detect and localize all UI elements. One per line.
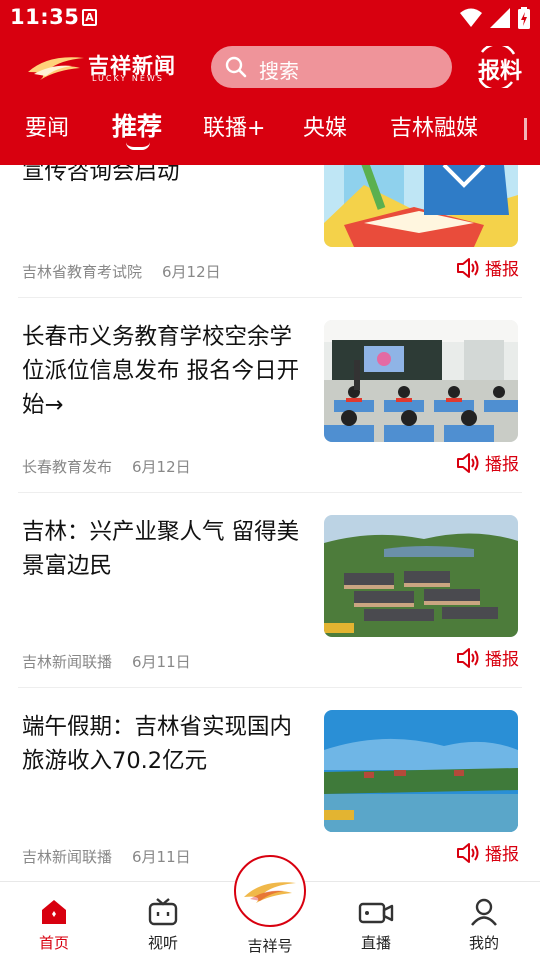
audio-play-button[interactable]: 播报 — [456, 255, 519, 280]
news-meta: 吉林省教育考试院 6月12日 — [22, 261, 221, 282]
tab-lianbo-plus[interactable]: 联播+ — [203, 110, 265, 142]
lake-scenery-photo-image — [324, 710, 518, 832]
status-bar: 11:35 A — [0, 0, 540, 36]
news-date: 6月11日 — [132, 848, 191, 866]
news-title: 长春市义务教育学校空余学位派位信息发布 报名今日开始→ — [22, 324, 300, 418]
news-thumbnail[interactable] — [324, 165, 518, 247]
status-icons — [460, 7, 530, 29]
tab-overflow-fade — [524, 118, 527, 140]
news-source: 长春教育发布 — [22, 458, 113, 476]
app-logo[interactable]: 吉祥新闻 LUCKY NEWS — [26, 50, 176, 86]
classroom-photo-image — [324, 320, 518, 442]
nav-mine[interactable]: 我的 — [449, 896, 519, 953]
nav-live[interactable]: 直播 — [341, 896, 411, 953]
battery-icon — [518, 7, 530, 29]
news-meta: 长春教育发布 6月12日 — [22, 456, 191, 477]
audio-play-button[interactable]: 播报 — [456, 840, 519, 865]
news-thumbnail[interactable] — [324, 710, 518, 832]
divider — [18, 687, 522, 688]
nav-video-label: 视听 — [147, 934, 178, 952]
news-card[interactable]: 吉林：兴产业聚人气 留得美景富边民 吉林新闻联播 6月11日 播报 — [0, 503, 540, 698]
audio-play-button[interactable]: 播报 — [456, 645, 519, 670]
logo-subtitle: LUCKY NEWS — [92, 74, 164, 83]
wifi-icon — [460, 8, 482, 27]
nav-home-label: 首页 — [38, 934, 69, 952]
news-source: 吉林省教育考试院 — [22, 263, 143, 281]
video-camera-icon — [358, 902, 394, 924]
audio-play-button[interactable]: 播报 — [456, 450, 519, 475]
search-placeholder: 搜索 — [259, 59, 299, 83]
nav-mine-label: 我的 — [468, 934, 499, 952]
home-icon — [42, 900, 66, 924]
news-title: 吉林：兴产业聚人气 留得美景富边民 — [22, 519, 300, 579]
news-title: 宣传咨询会启动 — [22, 165, 180, 185]
news-feed[interactable]: 宣传咨询会启动 吉林省教育考试院 6月12日 播报 长春市义务教育学校空余学位派… — [0, 165, 540, 881]
play-label: 播报 — [485, 455, 519, 475]
nav-video[interactable]: 视听 — [128, 896, 198, 953]
news-date: 6月12日 — [132, 458, 191, 476]
news-title: 端午假期：吉林省实现国内旅游收入70.2亿元 — [22, 714, 293, 774]
speaker-icon — [457, 257, 479, 278]
search-icon — [225, 56, 247, 78]
auspicious-bird-logo-icon — [28, 57, 84, 80]
speaker-icon — [457, 647, 479, 668]
news-date: 6月11日 — [132, 653, 191, 671]
news-card[interactable]: 宣传咨询会启动 吉林省教育考试院 6月12日 播报 — [0, 165, 540, 308]
nav-center-jixianghao-button[interactable] — [234, 855, 306, 927]
play-label: 播报 — [485, 260, 519, 280]
tab-jilin-rongmei[interactable]: 吉林融媒 — [390, 110, 478, 142]
news-source: 吉林新闻联播 — [22, 653, 113, 671]
play-label: 播报 — [485, 650, 519, 670]
news-card[interactable]: 端午假期：吉林省实现国内旅游收入70.2亿元 吉林新闻联播 6月11日 播报 — [0, 698, 540, 881]
news-meta: 吉林新闻联播 6月11日 — [22, 651, 191, 672]
divider — [18, 492, 522, 493]
news-date: 6月12日 — [162, 263, 221, 281]
news-thumbnail[interactable] — [324, 515, 518, 637]
speaker-icon — [457, 842, 479, 863]
channel-tabs: 要闻 推荐 联播+ 央媒 吉林融媒 — [0, 104, 540, 154]
active-tab-indicator — [126, 142, 150, 150]
tab-tuijian[interactable]: 推荐 — [112, 107, 162, 143]
report-label: 报料 — [478, 59, 523, 84]
play-label: 播报 — [485, 845, 519, 865]
auspicious-bird-icon — [240, 861, 300, 921]
village-aerial-photo-image — [324, 515, 518, 637]
search-input[interactable]: 搜索 — [211, 46, 452, 88]
news-thumbnail[interactable] — [324, 320, 518, 442]
signal-icon — [490, 8, 510, 28]
news-source: 吉林新闻联播 — [22, 848, 113, 866]
education-illustration-image — [324, 165, 518, 247]
tab-yangmei[interactable]: 央媒 — [303, 110, 347, 142]
report-news-button[interactable]: 报料 — [474, 46, 523, 88]
news-card[interactable]: 长春市义务教育学校空余学位派位信息发布 报名今日开始→ 长春教育发布 6月12日 — [0, 308, 540, 503]
user-icon — [471, 898, 497, 926]
nav-center-label[interactable]: 吉祥号 — [234, 935, 306, 956]
tv-icon — [148, 898, 178, 926]
app-header: 11:35 A 吉祥新闻 LUCKY NEWS 搜索 报料 要闻 推荐 联播+ … — [0, 0, 540, 165]
news-meta: 吉林新闻联播 6月11日 — [22, 846, 191, 867]
status-time: 11:35 — [10, 5, 80, 29]
tab-yaowen[interactable]: 要闻 — [25, 110, 69, 142]
divider — [18, 297, 522, 298]
notification-a-icon: A — [82, 9, 97, 26]
nav-home[interactable]: 首页 — [19, 896, 89, 953]
speaker-icon — [457, 452, 479, 473]
nav-live-label: 直播 — [360, 934, 391, 952]
